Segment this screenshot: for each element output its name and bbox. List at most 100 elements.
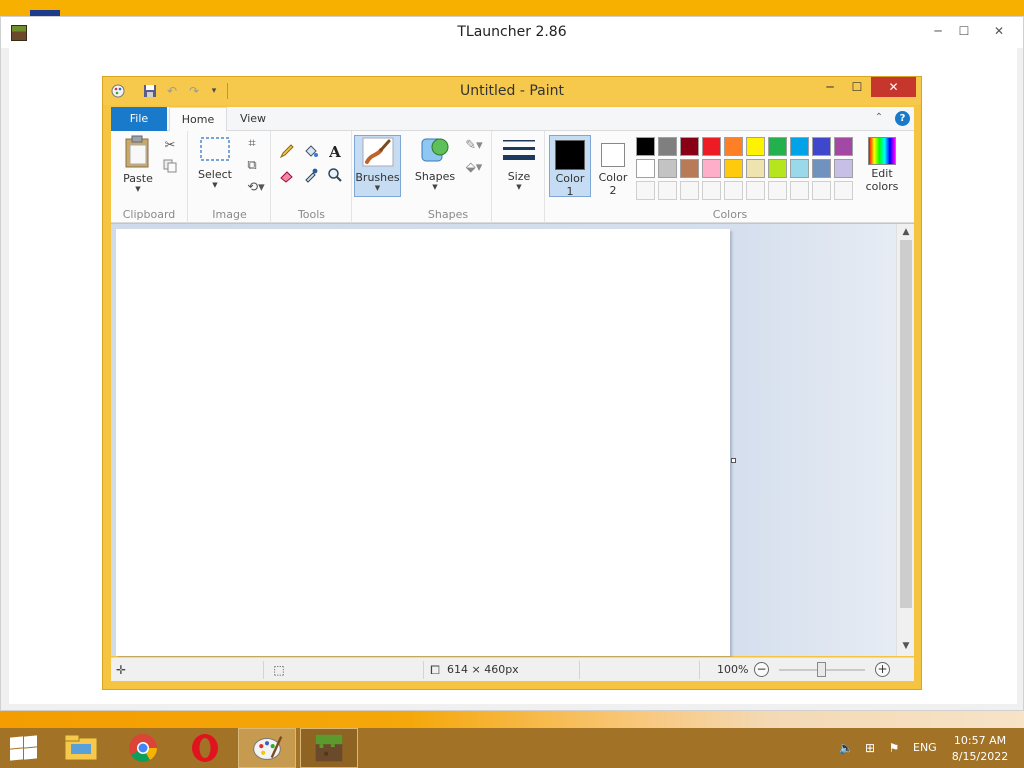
custom-color-slot[interactable] — [834, 181, 853, 200]
status-bar: ✛ ⬚ ⧠ 614 × 460px 100% − + — [111, 657, 914, 681]
chrome-icon — [129, 734, 157, 762]
cut-icon[interactable]: ✂ — [161, 137, 179, 155]
tlauncher-maximize-button[interactable]: ☐ — [949, 20, 979, 42]
palette-swatch[interactable] — [680, 137, 699, 156]
custom-color-slot[interactable] — [768, 181, 787, 200]
custom-color-slot[interactable] — [790, 181, 809, 200]
rotate-icon[interactable]: ⟲▾ — [243, 179, 269, 197]
palette-swatch[interactable] — [812, 159, 831, 178]
outline-icon[interactable]: ✎▾ — [461, 137, 487, 155]
resize-icon[interactable]: ⧉ — [243, 157, 261, 175]
brushes-button[interactable]: Brushes ▼ — [354, 135, 401, 197]
canvas-resize-handle[interactable] — [731, 458, 736, 463]
custom-color-slot[interactable] — [812, 181, 831, 200]
select-button[interactable]: Select ▼ — [193, 135, 237, 189]
custom-color-slot[interactable] — [636, 181, 655, 200]
palette-swatch[interactable] — [636, 137, 655, 156]
eraser-icon[interactable] — [278, 167, 296, 185]
taskbar-opera[interactable] — [176, 728, 234, 768]
tlauncher-titlebar[interactable]: TLauncher 2.86 ─ ☐ ✕ — [1, 17, 1023, 48]
action-center-flag-icon[interactable]: ⚑ — [886, 740, 902, 756]
select-dropdown-icon: ▼ — [212, 181, 218, 189]
taskbar-paint[interactable] — [238, 728, 296, 768]
clock[interactable]: 10:57 AM 8/15/2022 — [946, 733, 1014, 765]
palette-swatch[interactable] — [768, 159, 787, 178]
shapes-button[interactable]: Shapes ▼ — [413, 135, 457, 191]
fill-bucket-icon[interactable] — [302, 143, 320, 161]
custom-color-slot[interactable] — [702, 181, 721, 200]
tlauncher-close-button[interactable]: ✕ — [984, 20, 1014, 42]
fill-icon[interactable]: ⬙▾ — [461, 159, 487, 177]
color-picker-icon[interactable] — [302, 167, 320, 185]
color2-button[interactable]: Color 2 — [594, 135, 632, 197]
palette-swatch[interactable] — [724, 137, 743, 156]
file-explorer-icon — [64, 734, 98, 761]
tab-view[interactable]: View — [229, 107, 277, 131]
palette-swatch[interactable] — [790, 137, 809, 156]
tab-file[interactable]: File — [111, 107, 167, 131]
vertical-scrollbar[interactable]: ▲ ▼ — [896, 224, 914, 656]
taskbar-chrome[interactable] — [114, 728, 172, 768]
copy-icon[interactable] — [161, 159, 179, 177]
scrollbar-thumb[interactable] — [900, 240, 912, 608]
color1-button[interactable]: Color 1 — [549, 135, 591, 198]
palette-swatch[interactable] — [768, 137, 787, 156]
size-button[interactable]: Size ▼ — [499, 137, 539, 191]
edit-colors-line2: colors — [865, 180, 899, 193]
palette-swatch[interactable] — [702, 137, 721, 156]
brushes-dropdown-icon: ▼ — [374, 184, 381, 192]
drawing-canvas[interactable] — [116, 229, 730, 656]
taskbar-file-explorer[interactable] — [52, 728, 110, 768]
paint-titlebar[interactable]: ↶ ↷ ▾ Untitled - Paint ─ ☐ ✕ — [103, 77, 921, 105]
volume-muted-icon[interactable]: 🔈 — [838, 740, 854, 756]
text-tool-icon[interactable]: A — [326, 143, 344, 161]
clock-date: 8/15/2022 — [951, 750, 1009, 763]
custom-color-slot[interactable] — [746, 181, 765, 200]
help-icon[interactable]: ? — [895, 111, 910, 126]
pencil-icon[interactable] — [278, 143, 296, 161]
scroll-down-icon[interactable]: ▼ — [897, 638, 915, 654]
status-separator — [263, 661, 264, 679]
tlauncher-title: TLauncher 2.86 — [457, 24, 567, 40]
magnifier-icon[interactable] — [326, 167, 344, 185]
zoom-in-button[interactable]: + — [875, 662, 890, 677]
palette-swatch[interactable] — [724, 159, 743, 178]
palette-swatch[interactable] — [636, 159, 655, 178]
palette-swatch[interactable] — [746, 159, 765, 178]
palette-swatch[interactable] — [702, 159, 721, 178]
palette-swatch[interactable] — [658, 159, 677, 178]
palette-swatch[interactable] — [812, 137, 831, 156]
taskbar-tlauncher[interactable] — [300, 728, 358, 768]
language-indicator[interactable]: ENG — [913, 741, 937, 754]
paint-minimize-button[interactable]: ─ — [816, 77, 844, 97]
crop-icon[interactable]: ⌗ — [243, 135, 261, 153]
paint-close-button[interactable]: ✕ — [871, 77, 916, 97]
palette-swatch[interactable] — [834, 137, 853, 156]
palette-swatch[interactable] — [834, 159, 853, 178]
selection-size-icon: ⬚ — [273, 663, 285, 677]
custom-color-slot[interactable] — [658, 181, 677, 200]
paste-button[interactable]: Paste ▼ — [117, 135, 159, 193]
network-icon[interactable]: ⊞ — [862, 740, 878, 756]
tools-group: A Tools — [272, 131, 352, 223]
color1-swatch — [555, 140, 585, 170]
custom-color-slot[interactable] — [724, 181, 743, 200]
status-separator — [579, 661, 580, 679]
palette-swatch[interactable] — [658, 137, 677, 156]
zoom-slider-thumb[interactable] — [817, 662, 826, 677]
brush-icon — [362, 137, 393, 167]
minimize-ribbon-icon[interactable]: ⌃ — [872, 111, 886, 125]
edit-colors-button[interactable]: Edit colors — [858, 135, 906, 193]
select-label: Select — [198, 168, 232, 181]
scroll-up-icon[interactable]: ▲ — [897, 224, 915, 240]
color1-label-line1: Color — [555, 172, 585, 185]
zoom-out-button[interactable]: − — [754, 662, 769, 677]
windows-start-button[interactable] — [8, 735, 38, 762]
palette-swatch[interactable] — [746, 137, 765, 156]
palette-swatch[interactable] — [680, 159, 699, 178]
custom-color-slot[interactable] — [680, 181, 699, 200]
edit-colors-line1: Edit — [871, 167, 893, 180]
tab-home[interactable]: Home — [169, 107, 227, 131]
paint-maximize-button[interactable]: ☐ — [843, 77, 871, 97]
palette-swatch[interactable] — [790, 159, 809, 178]
